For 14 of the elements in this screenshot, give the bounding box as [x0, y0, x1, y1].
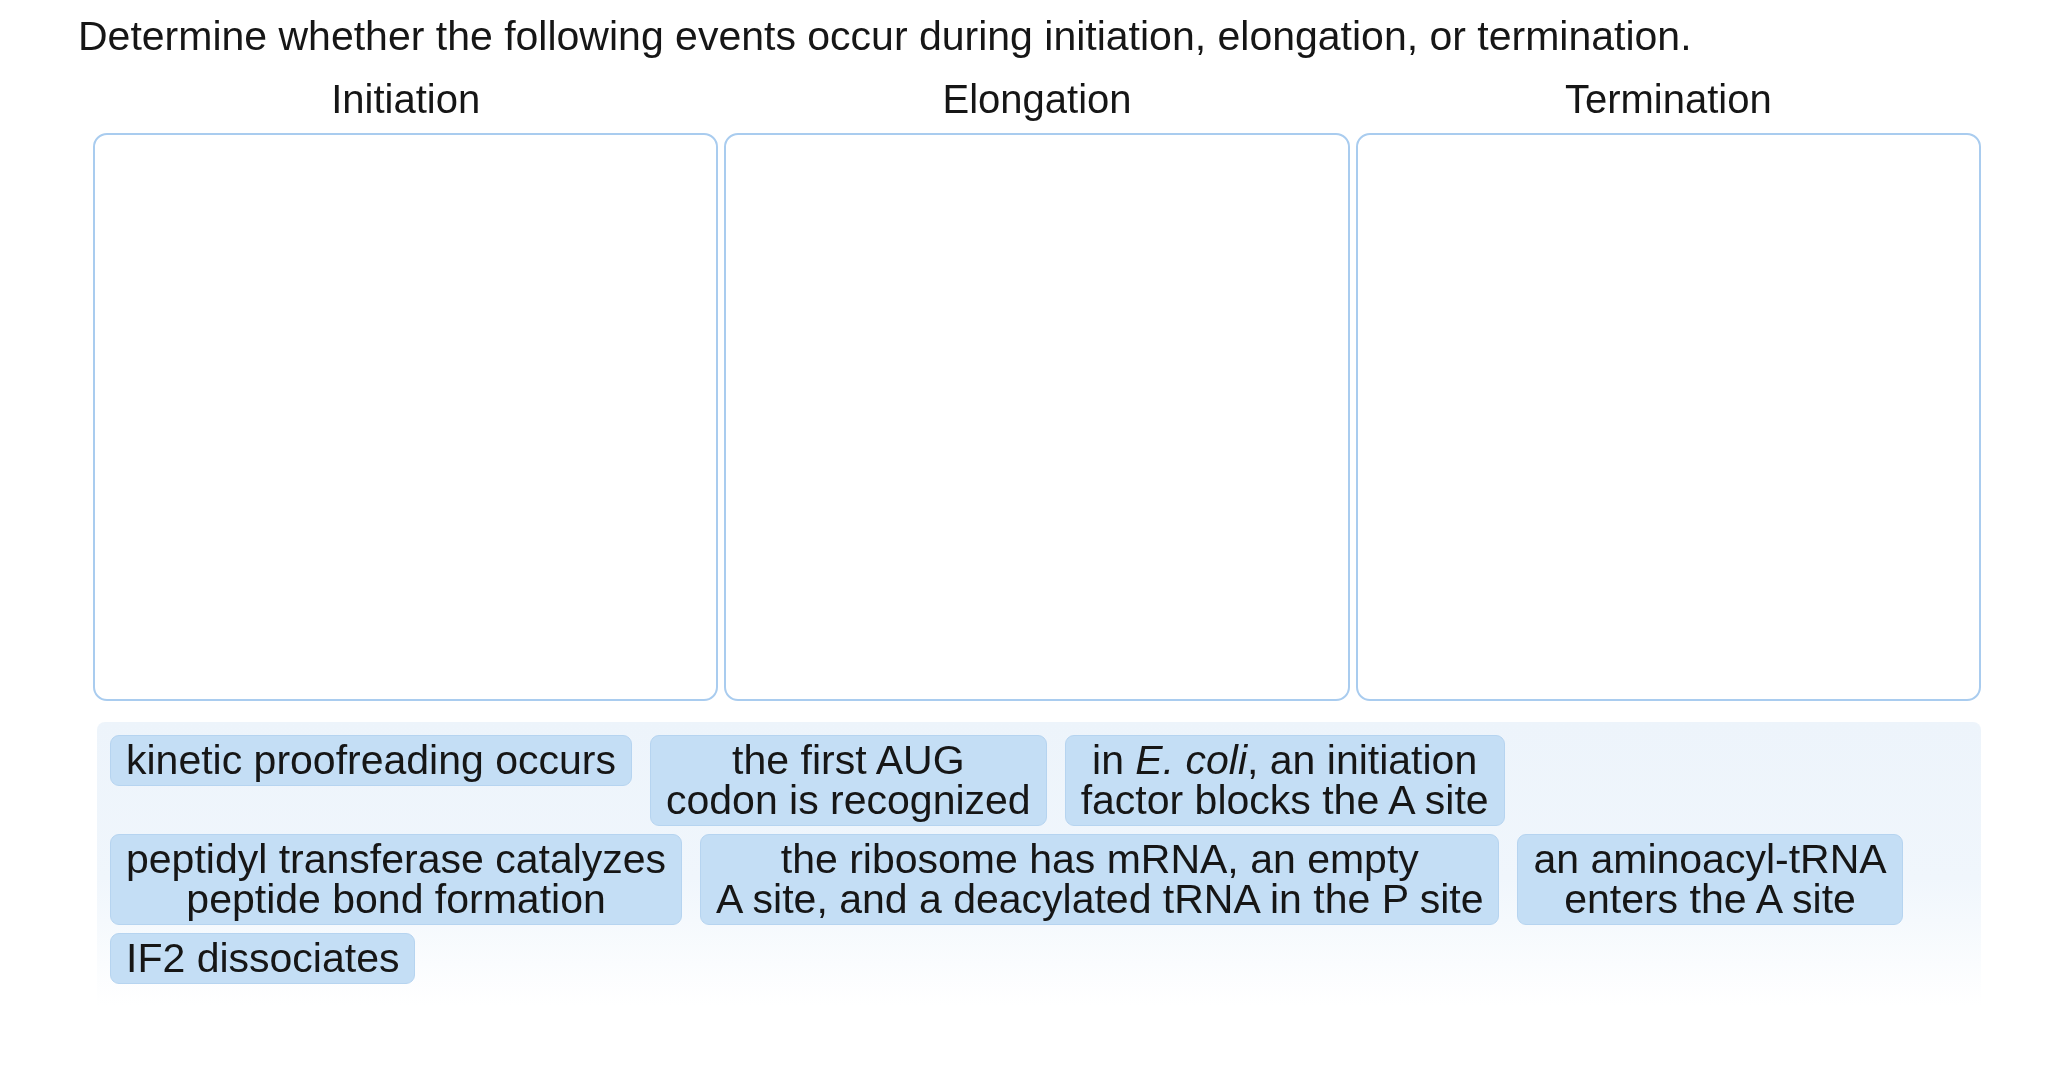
answer-chip[interactable]: IF2 dissociates	[110, 933, 416, 984]
answer-chip[interactable]: the first AUG codon is recognized	[650, 735, 1047, 826]
answer-chip[interactable]: peptidyl transferase catalyzes peptide bond formation	[110, 834, 683, 925]
answer-chip[interactable]: the ribosome has mRNA, an empty A site, and a deacylated tRNA in the P site	[700, 834, 1500, 925]
answer-chip[interactable]: in E. coli, an initiation factor blocks the A site	[1064, 735, 1505, 826]
drop-zone[interactable]	[1355, 133, 1981, 701]
column-heading: Initiation	[331, 76, 481, 123]
column-heading: Elongation	[942, 76, 1132, 123]
column-heading: Termination	[1564, 76, 1772, 123]
answer-chip[interactable]: an aminoacyl-tRNA enters the A site	[1517, 834, 1903, 925]
answer-chip[interactable]: kinetic proofreading occurs	[110, 735, 632, 786]
drop-zone[interactable]	[724, 133, 1350, 701]
instruction-text: Determine whether the following events occur during initiation, elongation, or termination.	[78, 12, 1692, 60]
drop-zone[interactable]	[93, 133, 719, 701]
